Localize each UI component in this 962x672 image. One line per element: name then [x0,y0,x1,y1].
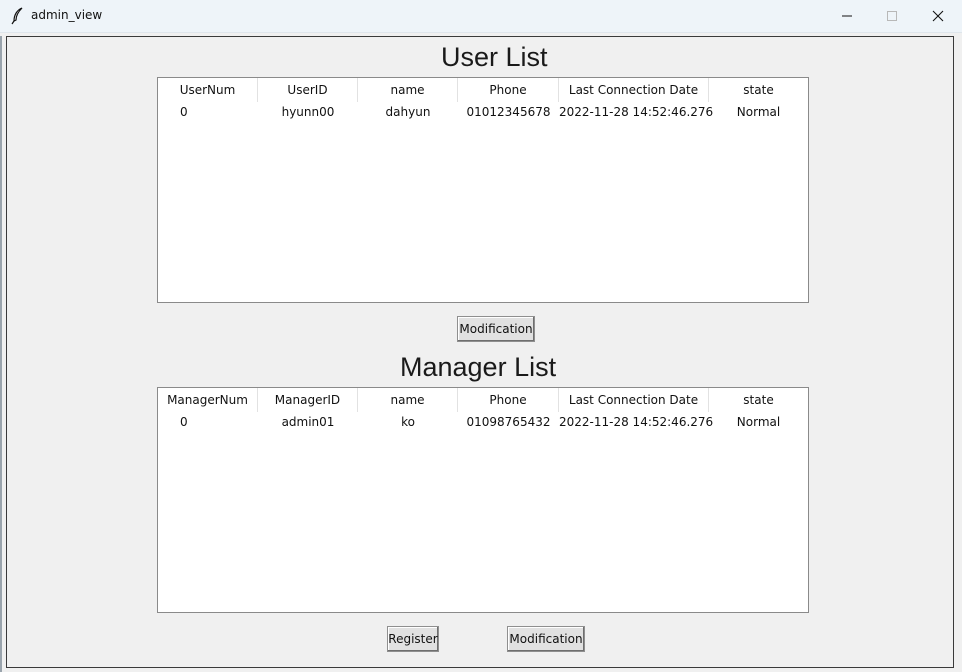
manager-list-title: Manager List [400,352,557,382]
manager-list-table[interactable]: ManagerNum ManagerID name Phone Last Con… [157,387,809,613]
maximize-icon [887,11,897,21]
user-list-table[interactable]: UserNum UserID name Phone Last Connectio… [157,77,809,303]
manager-modification-button[interactable]: Modification [507,626,585,652]
window-title: admin_view [31,8,103,22]
table-cell: Normal [736,105,781,119]
table-cell: 2022-11-28 14:52:46.276 [559,415,714,429]
close-button[interactable] [915,0,961,32]
column-header[interactable]: state [709,78,808,102]
column-header[interactable]: UserID [258,78,358,102]
column-header[interactable]: name [358,388,458,412]
column-header[interactable]: UserNum [158,78,258,102]
feather-icon [11,7,23,25]
minimize-icon [842,15,852,17]
table-cell: 0 [180,105,188,119]
user-list-title: User List [441,42,548,72]
column-header[interactable]: name [358,78,458,102]
title-bar: admin_view [0,0,962,33]
minimize-button[interactable] [824,0,870,32]
column-header[interactable]: Phone [458,78,559,102]
table-cell: dahyun [385,105,431,119]
window-edge [0,36,2,672]
user-modification-button[interactable]: Modification [457,316,535,342]
column-header[interactable]: ManagerNum [158,388,258,412]
table-header: UserNum UserID name Phone Last Connectio… [158,78,808,102]
table-cell: 0 [180,415,188,429]
table-cell: ko [401,415,415,429]
column-header[interactable]: ManagerID [258,388,358,412]
table-cell: 01098765432 [466,415,551,429]
table-cell: 2022-11-28 14:52:46.276 [559,105,714,119]
register-button[interactable]: Register [387,626,439,652]
close-icon [932,10,944,22]
table-cell: hyunn00 [281,105,335,119]
column-header[interactable]: Phone [458,388,559,412]
column-header[interactable]: Last Connection Date [559,78,709,102]
column-header[interactable]: state [709,388,808,412]
table-cell: 01012345678 [466,105,551,119]
column-header[interactable]: Last Connection Date [559,388,709,412]
maximize-button[interactable] [869,0,915,32]
table-header: ManagerNum ManagerID name Phone Last Con… [158,388,808,412]
table-cell: Normal [736,415,781,429]
table-cell: admin01 [281,415,335,429]
